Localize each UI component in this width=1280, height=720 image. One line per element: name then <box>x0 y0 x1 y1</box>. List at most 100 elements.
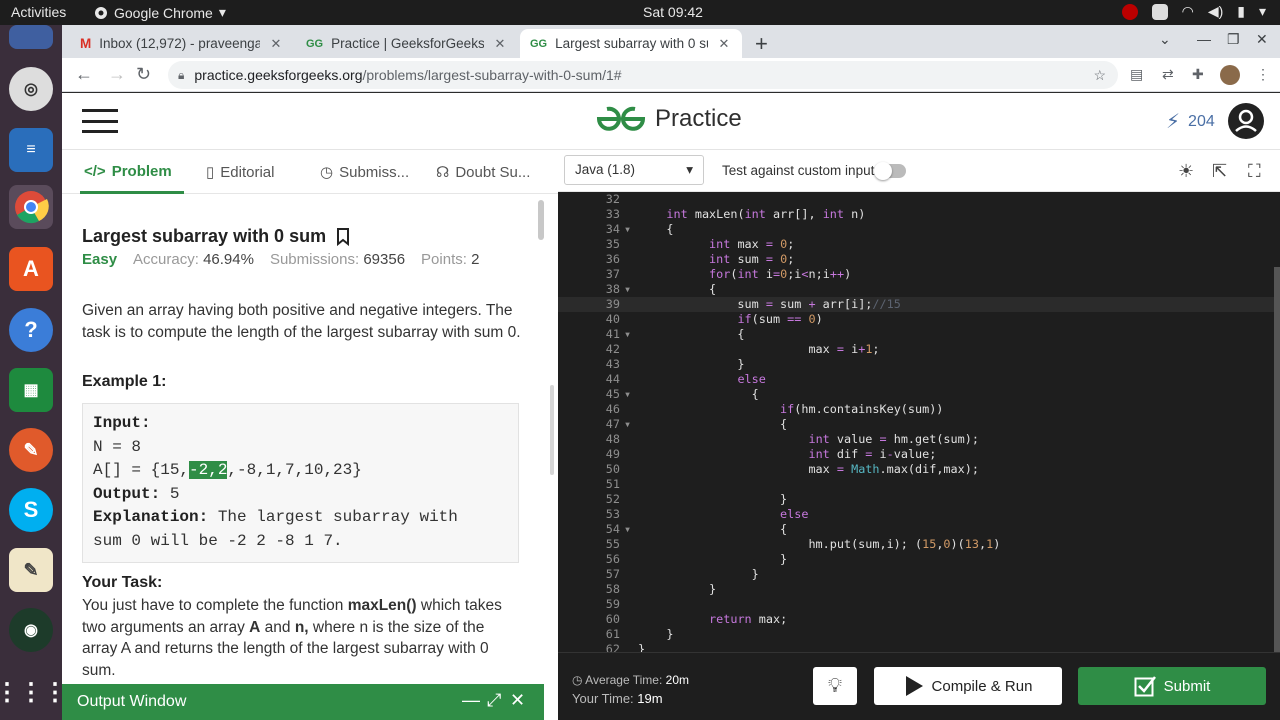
show-apps-icon[interactable]: ⋮⋮⋮ <box>0 670 67 714</box>
code-text[interactable]: int maxLen(int arr[], int n) <box>638 207 865 222</box>
code-line[interactable]: 48 int value = hm.get(sum); <box>558 432 1280 447</box>
close-icon[interactable]: ✕ <box>716 36 732 52</box>
code-line[interactable]: 53 else <box>558 507 1280 522</box>
code-text[interactable]: for(int i=0;i<n;i++) <box>638 267 851 282</box>
close-icon[interactable]: ✕ <box>268 36 284 52</box>
panel-scrollbar[interactable] <box>538 200 544 240</box>
code-text[interactable]: } <box>638 552 787 567</box>
profile-avatar[interactable] <box>1220 65 1240 85</box>
volume-icon[interactable]: ◀) <box>1208 3 1223 20</box>
code-text[interactable]: } <box>638 357 744 372</box>
calc-icon[interactable]: ▦ <box>9 368 53 412</box>
text-editor-icon[interactable]: ✎ <box>9 548 53 592</box>
code-text[interactable]: } <box>638 567 759 582</box>
fold-icon[interactable]: ▾ <box>624 222 631 237</box>
fold-icon[interactable]: ▾ <box>624 327 631 342</box>
code-line[interactable]: 35 int max = 0; <box>558 237 1280 252</box>
tab-editorial[interactable]: ▯ Editorial <box>206 163 274 182</box>
code-line[interactable]: 39 sum = sum + arr[i];//15 <box>558 297 1280 312</box>
close-icon[interactable]: ✕ <box>492 36 508 52</box>
fold-icon[interactable]: ▾ <box>624 417 631 432</box>
code-line[interactable]: 36 int sum = 0; <box>558 252 1280 267</box>
tab-submissions[interactable]: ◷ Submiss... <box>320 163 409 182</box>
theme-sun-icon[interactable]: ☀︎ <box>1178 161 1194 182</box>
record-icon[interactable] <box>1121 3 1138 20</box>
menu-icon[interactable]: ⋮ <box>1256 66 1270 83</box>
code-text[interactable]: int sum = 0; <box>638 252 794 267</box>
code-editor[interactable]: 32 33 int maxLen(int arr[], int n) 34 ▾ {35… <box>558 192 1280 652</box>
code-text[interactable]: { <box>638 522 787 537</box>
gfg-logo[interactable]: Practice <box>595 105 742 133</box>
language-select[interactable]: Java (1.8) ▾ <box>564 155 704 185</box>
back-icon[interactable]: ← <box>75 64 93 85</box>
code-text[interactable]: if(hm.containsKey(sum)) <box>638 402 943 417</box>
close-icon[interactable]: ✕ <box>510 690 525 711</box>
minimize-icon[interactable]: — <box>1197 31 1211 47</box>
code-text[interactable]: { <box>638 222 673 237</box>
code-line[interactable]: 50 max = Math.max(dif,max); <box>558 462 1280 477</box>
output-window-bar[interactable]: Output Window — ⤢ ✕ <box>62 684 544 720</box>
code-line[interactable]: 45 ▾ { <box>558 387 1280 402</box>
custom-input-toggle[interactable] <box>874 162 906 180</box>
notification-icon[interactable] <box>1151 3 1168 20</box>
minimize-icon[interactable]: — <box>462 690 480 711</box>
hamburger-menu-icon[interactable] <box>82 109 118 133</box>
tab-practice[interactable]: GG Practice | GeeksforGeeks | ✕ <box>296 29 518 58</box>
code-line[interactable]: 38 ▾ { <box>558 282 1280 297</box>
code-text[interactable]: { <box>638 417 787 432</box>
power-chevron-icon[interactable]: ▾ <box>1259 3 1266 20</box>
puzzle-icon[interactable]: ✚ <box>1192 66 1204 83</box>
extension-icon[interactable]: ⇄ <box>1162 66 1174 83</box>
code-text[interactable]: hm.put(sum,i); (15,0)(13,1) <box>638 537 1000 552</box>
code-line[interactable]: 60 return max; <box>558 612 1280 627</box>
code-text[interactable]: else <box>638 507 808 522</box>
code-line[interactable]: 56 } <box>558 552 1280 567</box>
fullscreen-icon[interactable]: ⛶ <box>1248 161 1261 182</box>
code-line[interactable]: 40 if(sum == 0) <box>558 312 1280 327</box>
rhythmbox-icon[interactable]: ◎ <box>9 67 53 111</box>
code-text[interactable]: int max = 0; <box>638 237 794 252</box>
reset-icon[interactable]: ⇱ <box>1212 161 1227 182</box>
fold-icon[interactable]: ▾ <box>624 387 631 402</box>
code-text[interactable]: } <box>638 642 645 652</box>
extension-icon[interactable]: ▤ <box>1130 66 1143 83</box>
clock[interactable]: Sat 09:42 <box>643 4 703 20</box>
code-line[interactable]: 59 <box>558 597 1280 612</box>
code-line[interactable]: 46 if(hm.containsKey(sum)) <box>558 402 1280 417</box>
code-line[interactable]: 51 <box>558 477 1280 492</box>
code-line[interactable]: 55 hm.put(sum,i); (15,0)(13,1) <box>558 537 1280 552</box>
code-text[interactable]: } <box>638 492 787 507</box>
code-text[interactable]: } <box>638 627 673 642</box>
code-line[interactable]: 52 } <box>558 492 1280 507</box>
battery-icon[interactable]: ▮ <box>1237 3 1245 20</box>
code-line[interactable]: 47 ▾ { <box>558 417 1280 432</box>
app-menu[interactable]: Google Chrome ▾ <box>94 4 226 21</box>
chrome-dock-icon[interactable] <box>9 185 53 229</box>
code-text[interactable]: if(sum == 0) <box>638 312 822 327</box>
software-center-icon[interactable]: A <box>9 247 53 291</box>
code-line[interactable]: 34 ▾ { <box>558 222 1280 237</box>
skype-icon[interactable]: S <box>9 488 53 532</box>
editor-scrollbar[interactable] <box>1274 267 1280 652</box>
lock-icon[interactable]: 🔒︎ <box>178 68 184 83</box>
streak-counter[interactable]: ⚡︎ 204 <box>1166 109 1215 134</box>
code-text[interactable]: max = Math.max(dif,max); <box>638 462 979 477</box>
code-line[interactable]: 41 ▾ { <box>558 327 1280 342</box>
help-icon[interactable]: ? <box>9 308 53 352</box>
code-line[interactable]: 49 int dif = i-value; <box>558 447 1280 462</box>
code-line[interactable]: 43 } <box>558 357 1280 372</box>
code-text[interactable]: max = i+1; <box>638 342 879 357</box>
code-text[interactable]: int value = hm.get(sum); <box>638 432 978 447</box>
code-text[interactable]: } <box>638 582 716 597</box>
expand-icon[interactable]: ⤢ <box>487 690 501 711</box>
compile-run-button[interactable]: Compile & Run <box>874 667 1062 705</box>
postman-icon[interactable]: ✎ <box>9 428 53 472</box>
code-text[interactable]: { <box>638 387 759 402</box>
url-bar[interactable]: 🔒︎ practice.geeksforgeeks.org/problems/l… <box>168 61 1118 89</box>
webcam-icon[interactable]: ◉ <box>9 608 53 652</box>
code-line[interactable]: 42 max = i+1; <box>558 342 1280 357</box>
code-line[interactable]: 57 } <box>558 567 1280 582</box>
code-text[interactable]: int dif = i-value; <box>638 447 936 462</box>
submit-button[interactable]: Submit <box>1078 667 1266 705</box>
code-line[interactable]: 33 int maxLen(int arr[], int n) <box>558 207 1280 222</box>
